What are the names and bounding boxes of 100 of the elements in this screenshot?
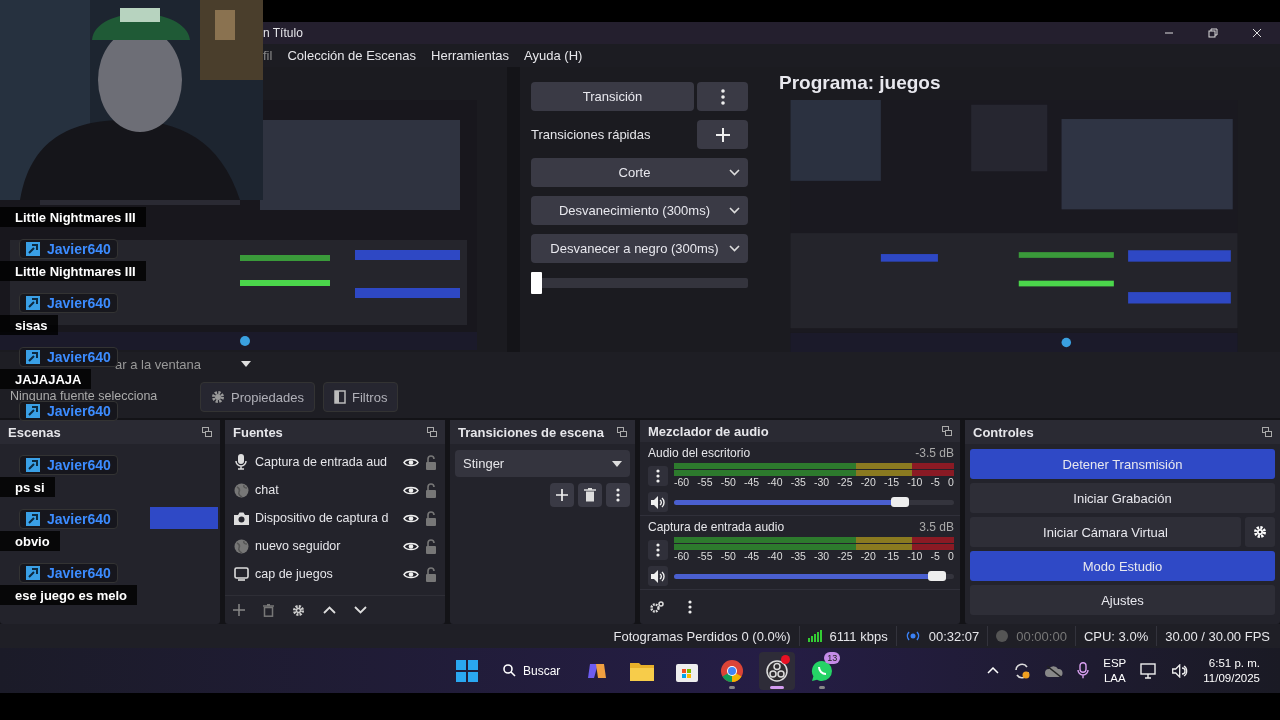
speaker-icon xyxy=(650,495,666,509)
volume-icon[interactable] xyxy=(1172,663,1190,678)
chat-message: ese juego es melo xyxy=(0,585,137,605)
unlocked-padlock-icon[interactable] xyxy=(425,454,437,470)
window-title: n Título xyxy=(263,26,304,40)
network-icon[interactable] xyxy=(1140,662,1159,679)
volume-slider[interactable] xyxy=(674,497,954,507)
more-options-button[interactable] xyxy=(606,483,630,507)
more-options-button[interactable] xyxy=(648,540,668,560)
scale-label: -60 xyxy=(674,476,690,489)
speaker-button[interactable] xyxy=(648,492,668,512)
source-name[interactable]: nuevo seguidor xyxy=(255,539,397,553)
language-indicator[interactable]: ESP LAA xyxy=(1103,655,1127,686)
menu-item[interactable]: Ayuda (H) xyxy=(524,48,583,63)
transition-button[interactable]: Transición xyxy=(531,82,694,111)
source-name[interactable]: cap de juegos xyxy=(255,567,397,581)
undock-icon[interactable] xyxy=(1262,427,1272,437)
restore-icon[interactable] xyxy=(1208,28,1218,38)
transition-dropdown[interactable]: Stinger xyxy=(455,450,630,477)
running-indicator xyxy=(819,685,826,689)
source-name[interactable]: Captura de entrada aud xyxy=(255,455,397,469)
move-down-icon[interactable] xyxy=(354,606,367,614)
gear-icon[interactable] xyxy=(292,603,305,617)
scale-label: 0 xyxy=(948,476,954,489)
source-name[interactable]: chat xyxy=(255,483,397,497)
search-button[interactable]: Buscar xyxy=(493,653,571,688)
username: Javier640 xyxy=(47,295,111,311)
more-options-icon[interactable] xyxy=(688,600,692,614)
chevron-up-icon[interactable] xyxy=(987,667,1000,674)
running-indicator xyxy=(729,685,736,689)
add-button[interactable] xyxy=(550,483,574,507)
add-icon[interactable] xyxy=(233,604,245,616)
add-button[interactable] xyxy=(697,120,748,149)
volume-slider[interactable] xyxy=(674,571,954,581)
taskbar-app[interactable]: 13 xyxy=(804,651,841,690)
unlocked-padlock-icon[interactable] xyxy=(425,482,437,498)
vertical-dots-icon xyxy=(656,469,660,483)
trash-icon[interactable] xyxy=(263,603,274,617)
undock-icon[interactable] xyxy=(942,426,952,436)
scale-label: -30 xyxy=(813,550,830,563)
start-icon[interactable] xyxy=(456,659,478,682)
delete-button[interactable] xyxy=(578,483,602,507)
dock-title: Transiciones de escena xyxy=(458,424,604,440)
control-button[interactable]: Iniciar Cámara Virtual xyxy=(970,517,1241,547)
running-indicator xyxy=(770,685,785,689)
menu-item[interactable]: fil xyxy=(263,48,273,63)
search-icon xyxy=(503,664,516,677)
source-name[interactable]: Dispositivo de captura d xyxy=(255,511,397,525)
unlocked-padlock-icon[interactable] xyxy=(425,566,437,582)
eye-icon[interactable] xyxy=(403,484,419,496)
transition-slider[interactable] xyxy=(531,272,748,294)
no-source-selected-text: Ninguna fuente selecciona xyxy=(10,390,159,402)
quick-transition-dropdown[interactable]: Desvanecimiento (300ms) xyxy=(531,196,748,225)
bitrate: 6111 kbps xyxy=(829,628,888,644)
monitor-icon xyxy=(233,567,249,581)
quick-transition-dropdown[interactable]: Corte xyxy=(531,158,748,187)
taskbar-app[interactable] xyxy=(759,651,796,690)
scale-label: 0 xyxy=(948,550,954,563)
eye-icon[interactable] xyxy=(403,568,419,580)
speaker-button[interactable] xyxy=(648,566,668,586)
scale-label: -25 xyxy=(837,476,853,489)
username: Javier640 xyxy=(47,457,111,473)
undock-icon[interactable] xyxy=(202,427,212,437)
cloud-off-icon[interactable] xyxy=(1045,664,1064,677)
username: Javier640 xyxy=(47,349,111,365)
control-button[interactable]: Iniciar Grabación xyxy=(970,483,1275,513)
scale-label: -40 xyxy=(767,476,783,489)
eye-icon[interactable] xyxy=(403,512,419,524)
unlocked-padlock-icon[interactable] xyxy=(425,538,437,554)
quick-transition-dropdown[interactable]: Desvanecer a negro (300ms) xyxy=(531,234,748,263)
chat-message: obvio xyxy=(0,531,60,551)
move-up-icon[interactable] xyxy=(323,606,336,614)
settings-button[interactable] xyxy=(1245,517,1275,547)
properties-button[interactable]: Propiedades xyxy=(200,382,315,412)
scale-label: -15 xyxy=(883,476,900,489)
eye-icon[interactable] xyxy=(403,540,419,552)
filters-button[interactable]: Filtros xyxy=(323,382,399,412)
dropdown-caret-icon[interactable] xyxy=(241,361,251,367)
control-button[interactable]: Detener Transmisión xyxy=(970,449,1275,479)
menu-item[interactable]: Herramientas xyxy=(431,48,510,63)
control-button[interactable]: Ajustes xyxy=(970,585,1275,615)
more-options-button[interactable] xyxy=(648,466,668,486)
unlocked-padlock-icon[interactable] xyxy=(425,510,437,526)
clock[interactable]: 6:51 p. m. 11/09/2025 xyxy=(1203,655,1260,686)
undock-icon[interactable] xyxy=(617,427,627,437)
close-icon[interactable] xyxy=(1252,28,1262,38)
gears-icon[interactable] xyxy=(650,601,664,613)
scale-label: -20 xyxy=(860,550,876,563)
control-button[interactable]: Modo Estudio xyxy=(970,551,1275,581)
menu-item[interactable]: Colección de Escenas xyxy=(287,48,417,63)
sync-icon[interactable] xyxy=(1013,661,1032,680)
microphone-icon[interactable] xyxy=(1077,662,1090,679)
eye-icon[interactable] xyxy=(403,456,419,468)
chevron-down-icon xyxy=(729,245,740,252)
scale-label: -45 xyxy=(744,476,760,489)
speaker-icon xyxy=(650,569,666,583)
scale-label: -20 xyxy=(860,476,876,489)
undock-icon[interactable] xyxy=(427,427,437,437)
channel-name: Audio del escritorio xyxy=(648,446,751,460)
chevron-down-icon xyxy=(729,169,740,176)
